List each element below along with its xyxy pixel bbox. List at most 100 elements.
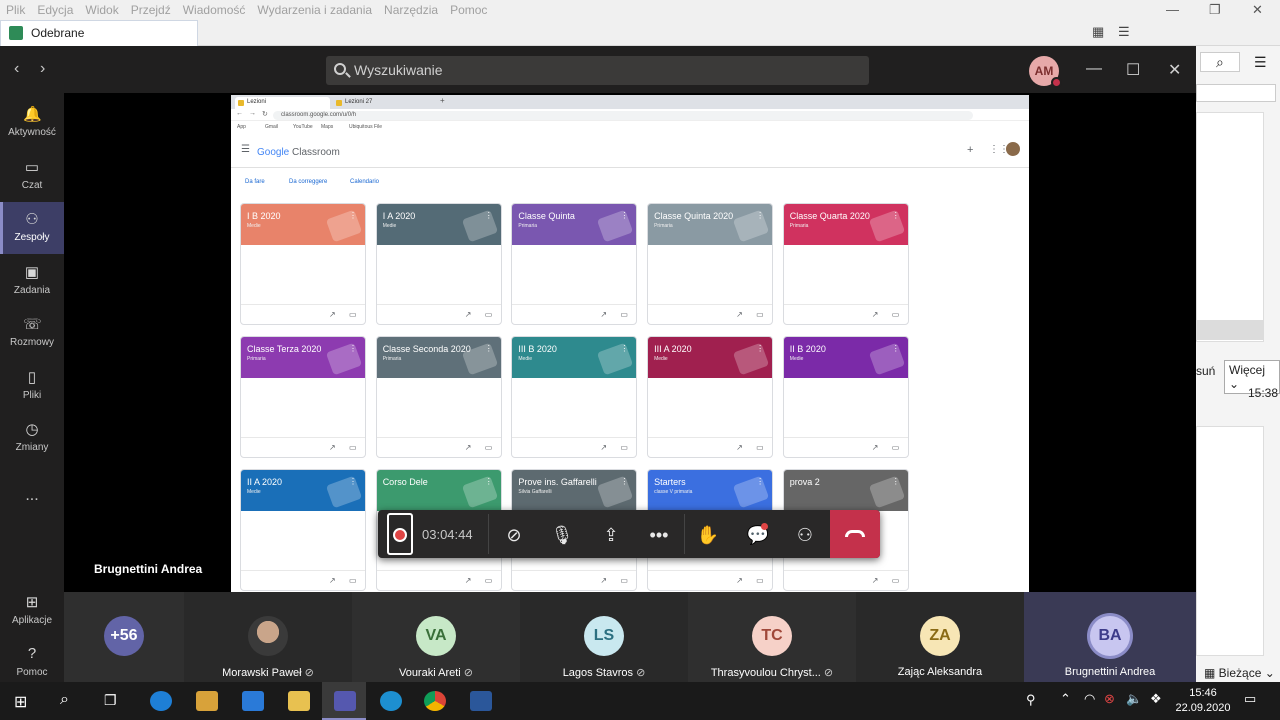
bookmark-item[interactable]: Gmail [265, 124, 278, 130]
class-card[interactable]: Classe Terza 2020 Primaria ⋮ ↗ ▭ [240, 336, 366, 458]
teams-icon[interactable] [334, 691, 356, 711]
network-error-icon[interactable]: ⊗ [1104, 691, 1115, 707]
card-menu-icon[interactable]: ⋮ [485, 211, 493, 220]
chrome-icon[interactable] [424, 691, 446, 711]
camera-off-icon[interactable]: ⊘ [501, 522, 527, 548]
gradebook-icon[interactable]: ↗ [465, 310, 472, 319]
participant-tile[interactable]: TC Thrasyvoulou Chryst... ⊘ [688, 592, 856, 682]
search-icon[interactable]: ⌕ [60, 691, 69, 709]
class-card[interactable]: III A 2020 Medie ⋮ ↗ ▭ [647, 336, 774, 458]
rail-item-bell[interactable]: 🔔 Aktywność [0, 97, 64, 149]
rail-item-clock[interactable]: ◷ Zmiany [0, 412, 64, 464]
class-card-header[interactable]: Classe Quinta Primaria ⋮ [512, 204, 637, 245]
class-name[interactable]: Corso Dele [383, 477, 428, 487]
class-card-header[interactable]: I B 2020 Medie ⋮ [241, 204, 365, 245]
thunderbird-icon[interactable] [380, 691, 402, 711]
rail-item-apps[interactable]: ⊞ Aplikacje [0, 585, 64, 637]
card-menu-icon[interactable]: ⋮ [620, 344, 628, 353]
tasks-icon[interactable]: ☰ [1118, 24, 1130, 40]
hang-up-button[interactable] [830, 510, 880, 558]
clock[interactable]: 15:46 22.09.2020 [1168, 686, 1238, 716]
volume-icon[interactable]: 🔈 [1126, 691, 1142, 707]
mic-muted-icon[interactable]: 🎙 [549, 522, 575, 548]
mail-menu-item[interactable]: Wiadomość [183, 3, 246, 17]
card-menu-icon[interactable]: ⋮ [756, 211, 764, 220]
class-name[interactable]: Classe Seconda 2020 [383, 344, 471, 354]
gradebook-icon[interactable]: ↗ [329, 443, 336, 452]
folder-icon[interactable]: ▭ [349, 310, 357, 319]
card-menu-icon[interactable]: ⋮ [620, 477, 628, 486]
folder-icon[interactable]: ▭ [620, 443, 628, 452]
class-name[interactable]: Starters [654, 477, 686, 487]
bookmark-item[interactable]: Ubiquitous File [349, 124, 382, 130]
class-name[interactable]: II A 2020 [247, 477, 282, 487]
classroom-subnav-item[interactable]: Da fare [245, 179, 265, 185]
classroom-subnav-item[interactable]: Da correggere [289, 179, 327, 185]
mail-menu-item[interactable]: Widok [85, 3, 118, 17]
bookmark-item[interactable]: YouTube [293, 124, 313, 130]
address-bar[interactable]: classroom.google.com/u/0/h [273, 111, 973, 120]
reload-icon[interactable]: ↻ [262, 110, 268, 118]
gradebook-icon[interactable]: ↗ [600, 310, 607, 319]
folder-icon[interactable]: ▭ [892, 576, 900, 585]
class-card-header[interactable]: prova 2 ⋮ [783, 470, 908, 511]
back-arrow-icon[interactable]: ‹ [14, 60, 19, 78]
class-name[interactable]: III A 2020 [654, 344, 692, 354]
class-card-header[interactable]: Classe Seconda 2020 Primaria ⋮ [376, 337, 501, 378]
rail-item-phone[interactable]: ☏ Rozmowy [0, 307, 64, 359]
new-tab-icon[interactable]: + [440, 96, 445, 105]
gradebook-icon[interactable]: ↗ [465, 576, 472, 585]
rail-item-teams[interactable]: ⚇ Zespoły [0, 202, 64, 254]
class-name[interactable]: Classe Quinta [518, 211, 575, 221]
class-card[interactable]: Classe Quinta Primaria ⋮ ↗ ▭ [511, 203, 638, 325]
class-card-header[interactable]: II A 2020 Medie ⋮ [241, 470, 365, 511]
search-icon[interactable]: ⌕ [1216, 54, 1224, 71]
mail-filter-field[interactable] [1196, 84, 1276, 102]
participant-tile[interactable]: ZA Zając Aleksandra [856, 592, 1024, 682]
card-menu-icon[interactable]: ⋮ [892, 344, 900, 353]
people-icon[interactable]: ⚲ [1026, 692, 1036, 708]
more-participants-tile[interactable]: +56 [64, 592, 184, 682]
class-card-header[interactable]: Prove ins. Gaffarelli Silvia Gaffarelli ⋮ [512, 470, 637, 511]
rail-item-more[interactable]: ... [0, 465, 64, 517]
restore-icon[interactable]: ❐ [1209, 2, 1221, 18]
class-name[interactable]: II B 2020 [790, 344, 826, 354]
class-card-header[interactable]: Starters classe V primaria ⋮ [648, 470, 773, 511]
card-menu-icon[interactable]: ⋮ [756, 344, 764, 353]
card-menu-icon[interactable]: ⋮ [349, 344, 357, 353]
dropbox-icon[interactable]: ❖ [1150, 691, 1162, 707]
participant-tile[interactable]: Morawski Paweł ⊘ [184, 592, 352, 682]
gradebook-icon[interactable]: ↗ [736, 310, 743, 319]
class-card-header[interactable]: I A 2020 Medie ⋮ [376, 204, 501, 245]
class-card[interactable]: I B 2020 Medie ⋮ ↗ ▭ [240, 203, 366, 325]
participant-tile[interactable]: VA Vouraki Areti ⊘ [352, 592, 520, 682]
classroom-subnav-item[interactable]: Calendario [350, 179, 379, 185]
rail-item-file[interactable]: ▯ Pliki [0, 360, 64, 412]
card-menu-icon[interactable]: ⋮ [485, 344, 493, 353]
mail-icon[interactable] [242, 691, 264, 711]
class-name[interactable]: I A 2020 [383, 211, 416, 221]
folder-icon[interactable]: ▭ [756, 310, 764, 319]
mail-delete-button[interactable]: suń [1196, 364, 1215, 378]
folder-icon[interactable]: ▭ [620, 310, 628, 319]
class-card[interactable]: I A 2020 Medie ⋮ ↗ ▭ [375, 203, 502, 325]
class-card-header[interactable]: II B 2020 Medie ⋮ [783, 337, 908, 378]
participants-icon[interactable]: ⚇ [792, 522, 818, 548]
wifi-icon[interactable]: ◠ [1084, 691, 1095, 707]
mail-menu-item[interactable]: Wydarzenia i zadania [257, 3, 372, 17]
class-card-header[interactable]: III B 2020 Medie ⋮ [512, 337, 637, 378]
class-card-header[interactable]: Classe Quinta 2020 Primaria ⋮ [648, 204, 773, 245]
class-name[interactable]: I B 2020 [247, 211, 281, 221]
forward-arrow-icon[interactable]: › [40, 60, 45, 78]
maximize-icon[interactable]: ☐ [1126, 60, 1140, 80]
gradebook-icon[interactable]: ↗ [736, 576, 743, 585]
close-icon[interactable]: ✕ [1252, 2, 1263, 18]
class-name[interactable]: Classe Terza 2020 [247, 344, 321, 354]
class-card[interactable]: II A 2020 Medie ⋮ ↗ ▭ [240, 469, 366, 591]
card-menu-icon[interactable]: ⋮ [620, 211, 628, 220]
class-card[interactable]: Classe Seconda 2020 Primaria ⋮ ↗ ▭ [375, 336, 502, 458]
bookmark-item[interactable]: App [237, 124, 246, 130]
class-card[interactable]: Classe Quinta 2020 Primaria ⋮ ↗ ▭ [647, 203, 774, 325]
browser-tab[interactable]: Lezioni [235, 97, 330, 109]
word-icon[interactable] [470, 691, 492, 711]
